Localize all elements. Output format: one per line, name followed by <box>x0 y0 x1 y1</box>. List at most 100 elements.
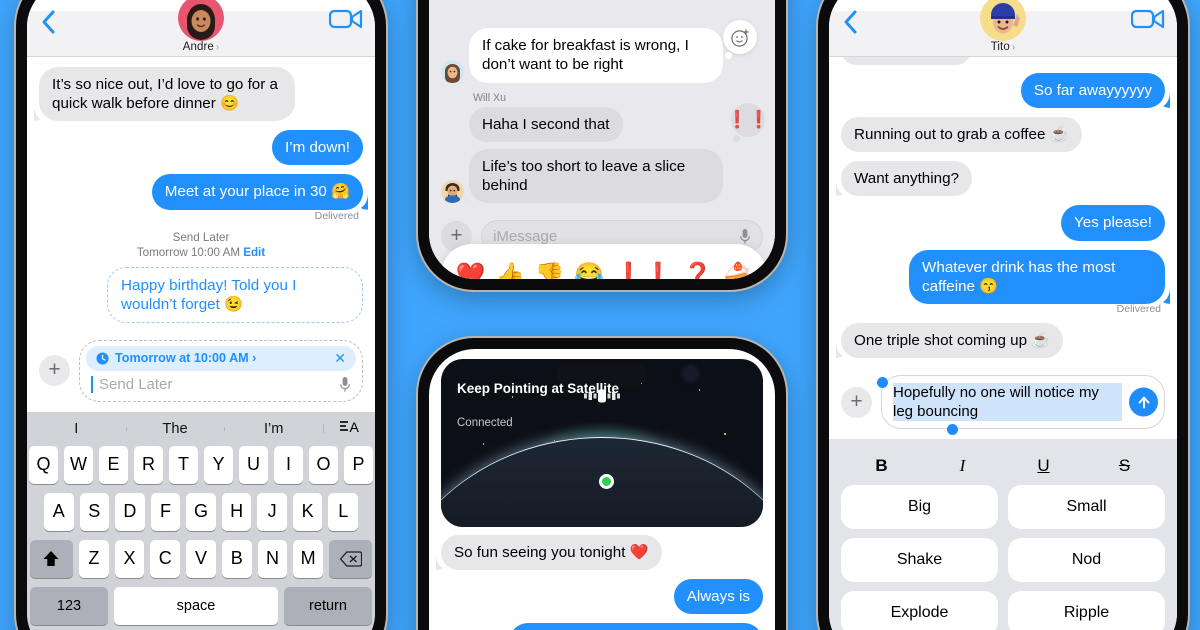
memoji-avatar-tito[interactable] <box>980 0 1026 41</box>
key-a[interactable]: A <box>43 492 74 531</box>
key-p[interactable]: P <box>344 445 373 484</box>
key-b[interactable]: B <box>221 539 252 578</box>
heart-reaction[interactable]: ❤️ <box>456 261 486 279</box>
thumbs-down-reaction[interactable]: 👎 <box>535 261 565 279</box>
send-later-field-row[interactable]: Send Later <box>80 373 362 401</box>
selection-handle-start[interactable] <box>877 376 888 388</box>
return-key[interactable]: return <box>284 586 372 625</box>
strikethrough-button[interactable]: S <box>1084 456 1165 476</box>
message-bubble[interactable]: Always is <box>673 579 763 615</box>
edit-link[interactable]: Edit <box>243 246 265 259</box>
message-bubble[interactable]: If cake for breakfast is wrong, I don’t … <box>469 28 724 83</box>
key-j[interactable]: J <box>257 492 287 531</box>
selection-handle-end[interactable] <box>947 424 958 436</box>
message-bubble[interactable]: Yes please! <box>1061 205 1165 241</box>
question-reaction[interactable]: ❓ <box>683 261 713 279</box>
message-bubble[interactable]: Haha I second that <box>469 106 623 142</box>
plus-icon[interactable]: + <box>39 355 70 387</box>
key-s[interactable]: S <box>79 492 110 531</box>
italic-button[interactable]: I <box>922 456 1003 476</box>
exclamation-tapback[interactable]: ❗❗ <box>727 102 769 142</box>
effect-explode-button[interactable]: Explode <box>841 591 998 630</box>
text-style-row: B I U S <box>841 447 1165 485</box>
key-u[interactable]: U <box>239 445 268 484</box>
key-r[interactable]: R <box>134 445 163 484</box>
suggestion-0[interactable]: I <box>27 421 126 437</box>
back-chevron-icon[interactable] <box>843 9 858 40</box>
message-bubble-partial[interactable] <box>841 57 971 65</box>
key-v[interactable]: V <box>186 539 216 578</box>
haha-reaction[interactable]: 😂 <box>574 261 604 279</box>
key-e[interactable]: E <box>99 445 128 484</box>
plus-icon[interactable]: + <box>841 386 872 418</box>
send-later-input-box[interactable]: Tomorrow at 10:00 AM › ✕ Send Later <box>79 339 363 402</box>
text-formatting-icon[interactable]: A <box>323 418 375 439</box>
message-bubble[interactable]: Running out to grab a coffee ☕ <box>841 117 1082 153</box>
add-tapback-icon[interactable] <box>723 20 757 60</box>
effect-nod-button[interactable]: Nod <box>1008 538 1165 583</box>
satellite-connection-card[interactable]: Keep Pointing at Satellite Connected <box>441 359 763 527</box>
cake-sticker-reaction[interactable]: 🍰 <box>722 261 752 279</box>
scheduled-message-bubble[interactable]: Happy birthday! Told you I wouldn’t forg… <box>107 266 363 323</box>
space-key[interactable]: space <box>114 586 278 625</box>
backspace-icon[interactable] <box>329 539 373 578</box>
facetime-video-icon[interactable] <box>1130 7 1165 36</box>
memoji-avatar-woman[interactable] <box>441 59 464 83</box>
key-q[interactable]: Q <box>29 445 58 484</box>
message-bubble[interactable]: It’s so nice out, I’d love to go for a q… <box>39 67 295 122</box>
exclamation-reaction[interactable]: ❗❗ <box>614 261 674 279</box>
message-bubble[interactable]: Whatever drink has the most caffeine 😙 <box>909 249 1165 304</box>
key-t[interactable]: T <box>169 445 198 484</box>
thumbs-up-reaction[interactable]: 👍 <box>495 261 525 279</box>
key-i[interactable]: I <box>274 445 303 484</box>
underline-button[interactable]: U <box>1003 456 1084 476</box>
microphone-icon[interactable] <box>339 376 351 393</box>
message-bubble[interactable]: I’m down! <box>272 130 363 166</box>
contact-name[interactable]: Andre › <box>183 41 220 53</box>
memoji-avatar-andre[interactable] <box>178 0 224 41</box>
effect-big-button[interactable]: Big <box>841 485 998 530</box>
key-w[interactable]: W <box>64 445 93 484</box>
suggestion-2[interactable]: I’m <box>224 421 323 437</box>
key-m[interactable]: M <box>293 539 324 578</box>
shift-arrow-icon[interactable] <box>29 539 73 578</box>
effect-small-button[interactable]: Small <box>1008 485 1165 530</box>
facetime-video-icon[interactable] <box>328 7 363 36</box>
suggestion-1[interactable]: The <box>125 421 225 437</box>
schedule-chip[interactable]: Tomorrow at 10:00 AM › ✕ <box>86 345 356 371</box>
bold-button[interactable]: B <box>841 456 922 476</box>
tapback-reaction-bar[interactable]: ❤️ 👍 👎 😂 ❗❗ ❓ 🍰 <box>441 244 767 279</box>
key-c[interactable]: C <box>150 539 181 578</box>
message-bubble[interactable]: So fun seeing you tonight ❤️ <box>441 535 662 571</box>
screenshot-root: Andre › It’s so nice out, I’d love to go… <box>0 0 1200 630</box>
memoji-avatar-man[interactable] <box>441 180 464 203</box>
key-o[interactable]: O <box>309 445 338 484</box>
key-l[interactable]: L <box>328 492 359 531</box>
numbers-key[interactable]: 123 <box>30 586 108 625</box>
draft-text-selected[interactable]: Hopefully no one will notice my leg boun… <box>893 382 1122 422</box>
message-bubble[interactable]: Want anything? <box>841 161 972 197</box>
key-n[interactable]: N <box>257 539 288 578</box>
microphone-icon[interactable] <box>739 228 751 245</box>
key-y[interactable]: Y <box>204 445 233 484</box>
key-k[interactable]: K <box>292 492 323 531</box>
key-d[interactable]: D <box>115 492 145 531</box>
message-bubble[interactable]: So far awayyyyyy <box>1020 73 1165 109</box>
message-bubble[interactable]: Meet at your place in 30 🤗 <box>151 174 363 210</box>
key-g[interactable]: G <box>186 492 216 531</box>
effect-shake-button[interactable]: Shake <box>841 538 998 583</box>
message-bubble[interactable]: One triple shot coming up ☕ <box>841 322 1064 358</box>
key-f[interactable]: F <box>150 492 181 531</box>
close-x-icon[interactable]: ✕ <box>334 350 346 367</box>
key-z[interactable]: Z <box>78 539 109 578</box>
message-bubble[interactable]: Life’s too short to leave a slice behind <box>469 148 724 203</box>
back-chevron-icon[interactable] <box>41 9 56 40</box>
message-draft-input[interactable]: Hopefully no one will notice my leg boun… <box>881 374 1165 430</box>
effect-ripple-button[interactable]: Ripple <box>1008 591 1165 630</box>
message-bubble[interactable]: Now I just need to finish packing 😤 <box>508 623 763 630</box>
key-x[interactable]: X <box>114 539 145 578</box>
key-h[interactable]: H <box>221 492 252 531</box>
message-row: Want anything? <box>841 161 1165 197</box>
contact-name[interactable]: Tito › <box>991 41 1016 53</box>
send-arrow-up-icon[interactable] <box>1129 387 1158 417</box>
